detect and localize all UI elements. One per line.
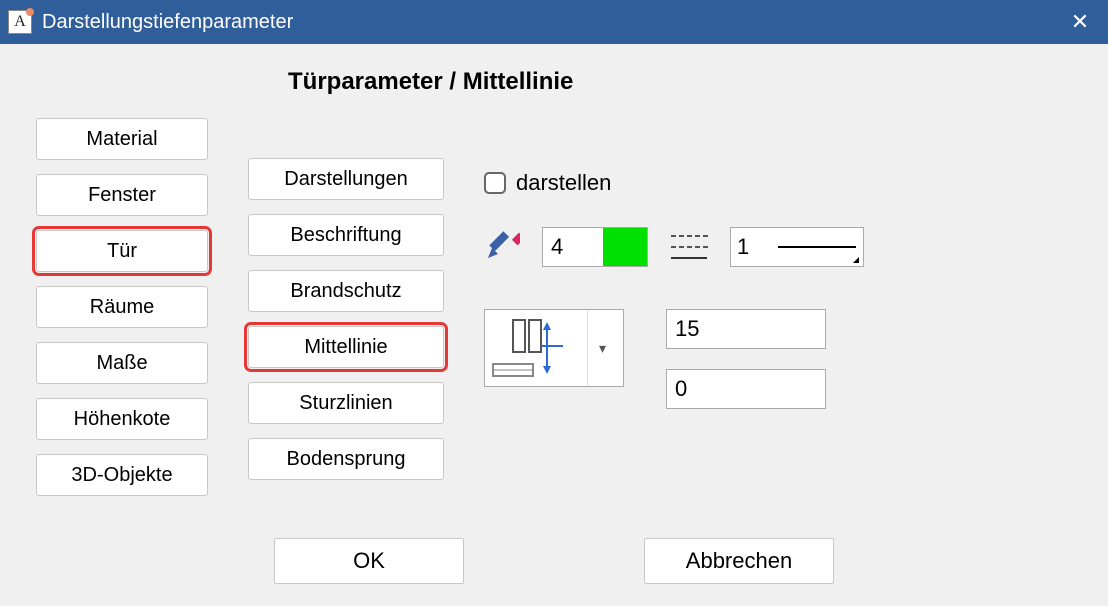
pen-row (484, 226, 1080, 267)
geometry-row: ▾ (484, 309, 1080, 409)
dialog-window: A Darstellungstiefenparameter ✕ Türparam… (0, 0, 1108, 606)
chevron-down-icon: ▾ (587, 310, 617, 386)
subcat-sturzlinien[interactable]: Sturzlinien (248, 382, 444, 424)
linetype-icon (670, 229, 708, 265)
category-tuer[interactable]: Tür (36, 230, 208, 272)
geometry-values (666, 309, 826, 409)
titlebar: A Darstellungstiefenparameter ✕ (0, 0, 1108, 44)
sub-category-column: Darstellungen Beschriftung Brandschutz M… (248, 158, 444, 480)
geometry-value-2[interactable] (666, 369, 826, 409)
pen-icon (484, 226, 520, 267)
subcat-bodensprung[interactable]: Bodensprung (248, 438, 444, 480)
category-3dobjekte[interactable]: 3D-Objekte (36, 454, 208, 496)
cancel-button[interactable]: Abbrechen (644, 538, 834, 584)
dialog-body: Türparameter / Mittellinie Material Fens… (0, 44, 1108, 606)
pen-color-swatch[interactable] (603, 228, 647, 266)
display-checkbox-row: darstellen (484, 170, 1080, 196)
ok-button[interactable]: OK (274, 538, 464, 584)
display-checkbox[interactable] (484, 172, 506, 194)
dialog-footer: OK Abbrechen (0, 538, 1108, 584)
page-heading: Türparameter / Mittellinie (288, 68, 1080, 96)
geometry-mode-dropdown[interactable]: ▾ (484, 309, 624, 387)
geometry-value-1[interactable] (666, 309, 826, 349)
category-raeume[interactable]: Räume (36, 286, 208, 328)
category-hoehenkote[interactable]: Höhenkote (36, 398, 208, 440)
pen-value-input[interactable] (543, 228, 603, 266)
geometry-schematic-icon (491, 316, 587, 380)
category-material[interactable]: Material (36, 118, 208, 160)
subcat-mittellinie[interactable]: Mittellinie (248, 326, 444, 368)
subcat-darstellungen[interactable]: Darstellungen (248, 158, 444, 200)
linetype-value-input[interactable] (731, 228, 771, 266)
app-icon: A (8, 10, 32, 34)
close-button[interactable]: ✕ (1052, 0, 1108, 44)
linetype-preview[interactable] (771, 228, 863, 266)
left-category-column: Material Fenster Tür Räume Maße Höhenkot… (36, 118, 208, 496)
window-title: Darstellungstiefenparameter (42, 11, 1052, 34)
subcat-brandschutz[interactable]: Brandschutz (248, 270, 444, 312)
category-masse[interactable]: Maße (36, 342, 208, 384)
parameter-pane: darstellen (484, 118, 1080, 409)
linetype-box[interactable] (730, 227, 864, 267)
display-checkbox-label: darstellen (516, 170, 611, 196)
subcat-beschriftung[interactable]: Beschriftung (248, 214, 444, 256)
category-fenster[interactable]: Fenster (36, 174, 208, 216)
pen-value-box[interactable] (542, 227, 648, 267)
